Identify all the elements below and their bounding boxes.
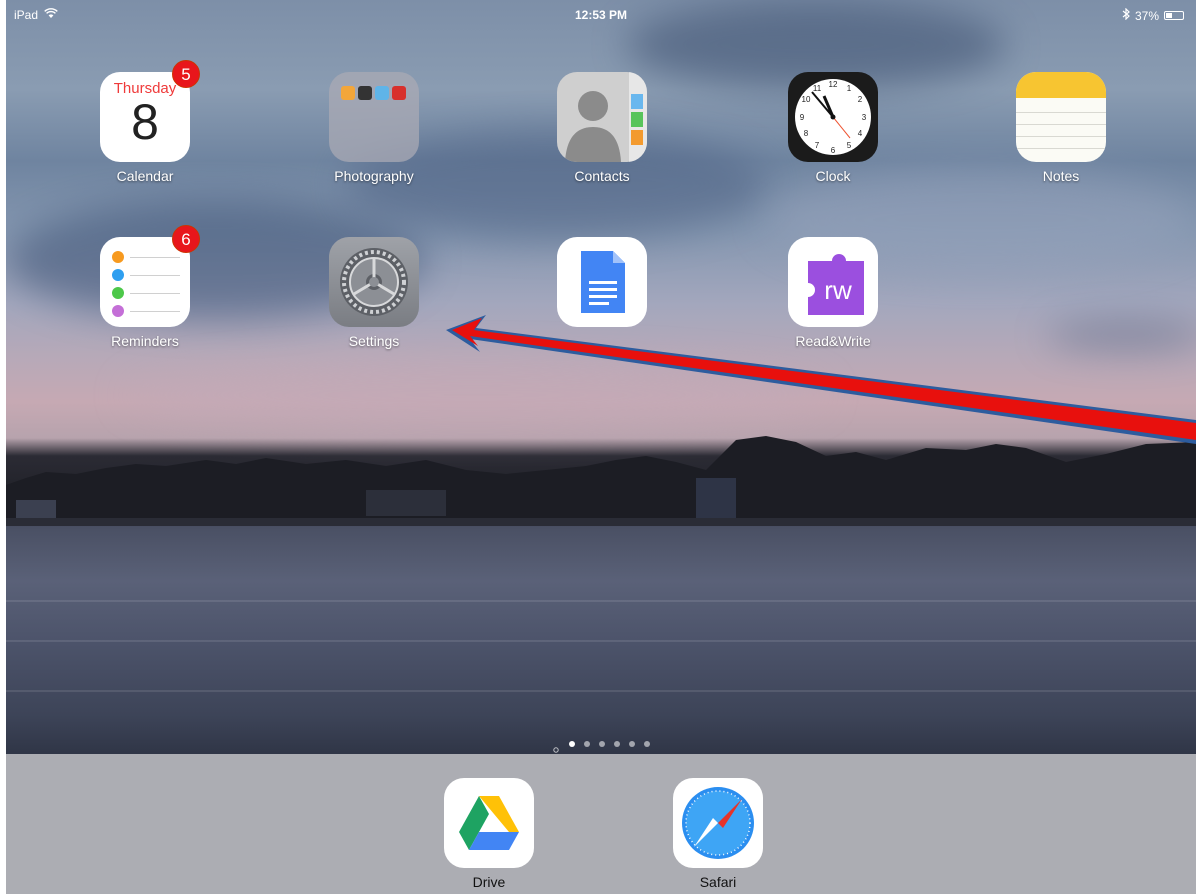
svg-text:7: 7 <box>815 141 820 150</box>
app-label: Clock <box>815 168 851 184</box>
page-dot[interactable] <box>628 741 635 747</box>
battery-icon <box>1164 11 1184 20</box>
drive-icon <box>444 778 534 868</box>
dock: Drive Safari <box>6 754 1196 894</box>
water-reflection <box>6 640 1196 642</box>
drive-app[interactable]: Drive <box>434 778 544 890</box>
puzzle-icon: rw <box>788 237 878 327</box>
svg-text:8: 8 <box>804 129 809 138</box>
reminders-icon <box>100 237 190 327</box>
notification-badge: 5 <box>172 60 200 88</box>
app-label: Settings <box>348 333 400 349</box>
clock-app[interactable]: 12 1 2 3 45 6 78 9 10 11 Clock <box>778 72 888 184</box>
read-write-app[interactable]: rw Read&Write <box>778 237 888 349</box>
mini-app-icon <box>375 86 389 100</box>
notes-app[interactable]: Notes <box>1006 72 1116 184</box>
svg-text:11: 11 <box>813 84 822 93</box>
app-label: Safari <box>699 874 737 890</box>
cloud <box>1046 320 1196 350</box>
app-label: Drive <box>472 874 506 890</box>
ipad-home-screen: iPad 12:53 PM 37% Thursday 8 5 Calendar … <box>6 0 1196 894</box>
photography-folder[interactable]: Photography <box>319 72 429 184</box>
notes-icon <box>1016 72 1106 162</box>
mini-app-icon <box>392 86 406 100</box>
safari-app[interactable]: Safari <box>663 778 773 890</box>
page-indicator[interactable] <box>6 741 1196 753</box>
svg-text:10: 10 <box>802 95 811 104</box>
page-dot[interactable] <box>613 741 620 747</box>
svg-text:4: 4 <box>858 129 863 138</box>
compass-icon <box>673 778 763 868</box>
svg-text:1: 1 <box>847 84 852 93</box>
rw-glyph: rw <box>824 275 852 305</box>
spotlight-page-dot[interactable] <box>552 741 560 753</box>
google-docs-app[interactable] <box>547 237 657 333</box>
app-label: Notes <box>1042 168 1080 184</box>
clock-icon: 12 1 2 3 45 6 78 9 10 11 <box>788 72 878 162</box>
folder-icon <box>329 72 419 162</box>
docs-icon <box>557 237 647 327</box>
status-time: 12:53 PM <box>574 8 628 22</box>
mini-app-icon <box>341 86 355 100</box>
page-dot[interactable] <box>568 741 575 747</box>
svg-text:12: 12 <box>829 80 838 89</box>
page-dot[interactable] <box>583 741 590 747</box>
app-label: Read&Write <box>795 333 871 349</box>
battery-percent: 37% <box>1134 8 1159 23</box>
treeline <box>6 436 1196 526</box>
calendar-icon: Thursday 8 <box>100 72 190 162</box>
app-label: Reminders <box>111 333 179 349</box>
notification-badge: 6 <box>172 225 200 253</box>
mini-app-icon <box>358 86 372 100</box>
app-label: Photography <box>334 168 414 184</box>
contacts-app[interactable]: Contacts <box>547 72 657 184</box>
water-reflection <box>6 600 1196 602</box>
svg-text:6: 6 <box>831 146 836 155</box>
status-bar: iPad 12:53 PM 37% <box>6 0 1196 30</box>
calendar-app[interactable]: Thursday 8 5 Calendar <box>90 60 200 184</box>
page-dot[interactable] <box>598 741 605 747</box>
water-reflection <box>6 690 1196 692</box>
bluetooth-icon <box>1122 7 1130 23</box>
cloud <box>126 360 826 430</box>
reminders-app[interactable]: 6 Reminders <box>90 225 200 349</box>
app-label: Contacts <box>574 168 630 184</box>
page-dot[interactable] <box>643 741 650 747</box>
settings-app[interactable]: Settings <box>319 237 429 349</box>
app-label: Calendar <box>116 168 174 184</box>
svg-text:9: 9 <box>800 113 805 122</box>
svg-text:3: 3 <box>862 113 867 122</box>
svg-text:5: 5 <box>847 141 852 150</box>
gear-icon <box>329 237 419 327</box>
calendar-date: 8 <box>131 94 159 150</box>
svg-text:2: 2 <box>858 95 863 104</box>
contacts-icon <box>557 72 647 162</box>
